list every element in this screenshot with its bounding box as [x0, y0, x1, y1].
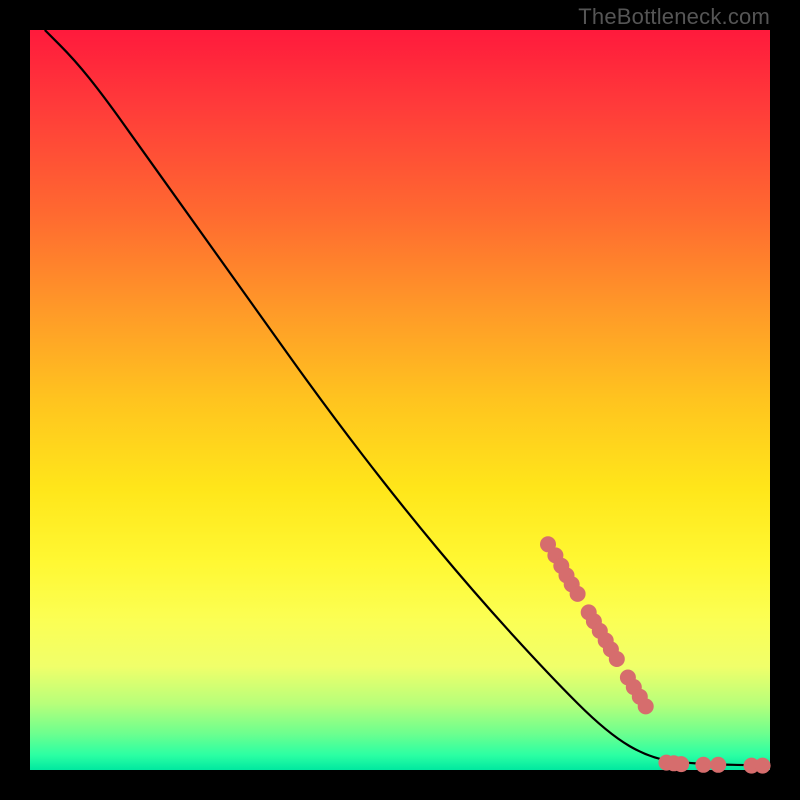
- data-point: [609, 651, 625, 667]
- data-point: [710, 757, 726, 773]
- data-markers: [540, 536, 771, 773]
- chart-frame: TheBottleneck.com: [0, 0, 800, 800]
- data-point: [755, 758, 771, 774]
- chart-svg: [30, 30, 770, 770]
- watermark-text: TheBottleneck.com: [578, 4, 770, 30]
- bottleneck-curve: [45, 30, 770, 766]
- data-point: [673, 756, 689, 772]
- plot-area: [30, 30, 770, 770]
- data-point: [695, 757, 711, 773]
- data-point: [638, 698, 654, 714]
- data-point: [570, 586, 586, 602]
